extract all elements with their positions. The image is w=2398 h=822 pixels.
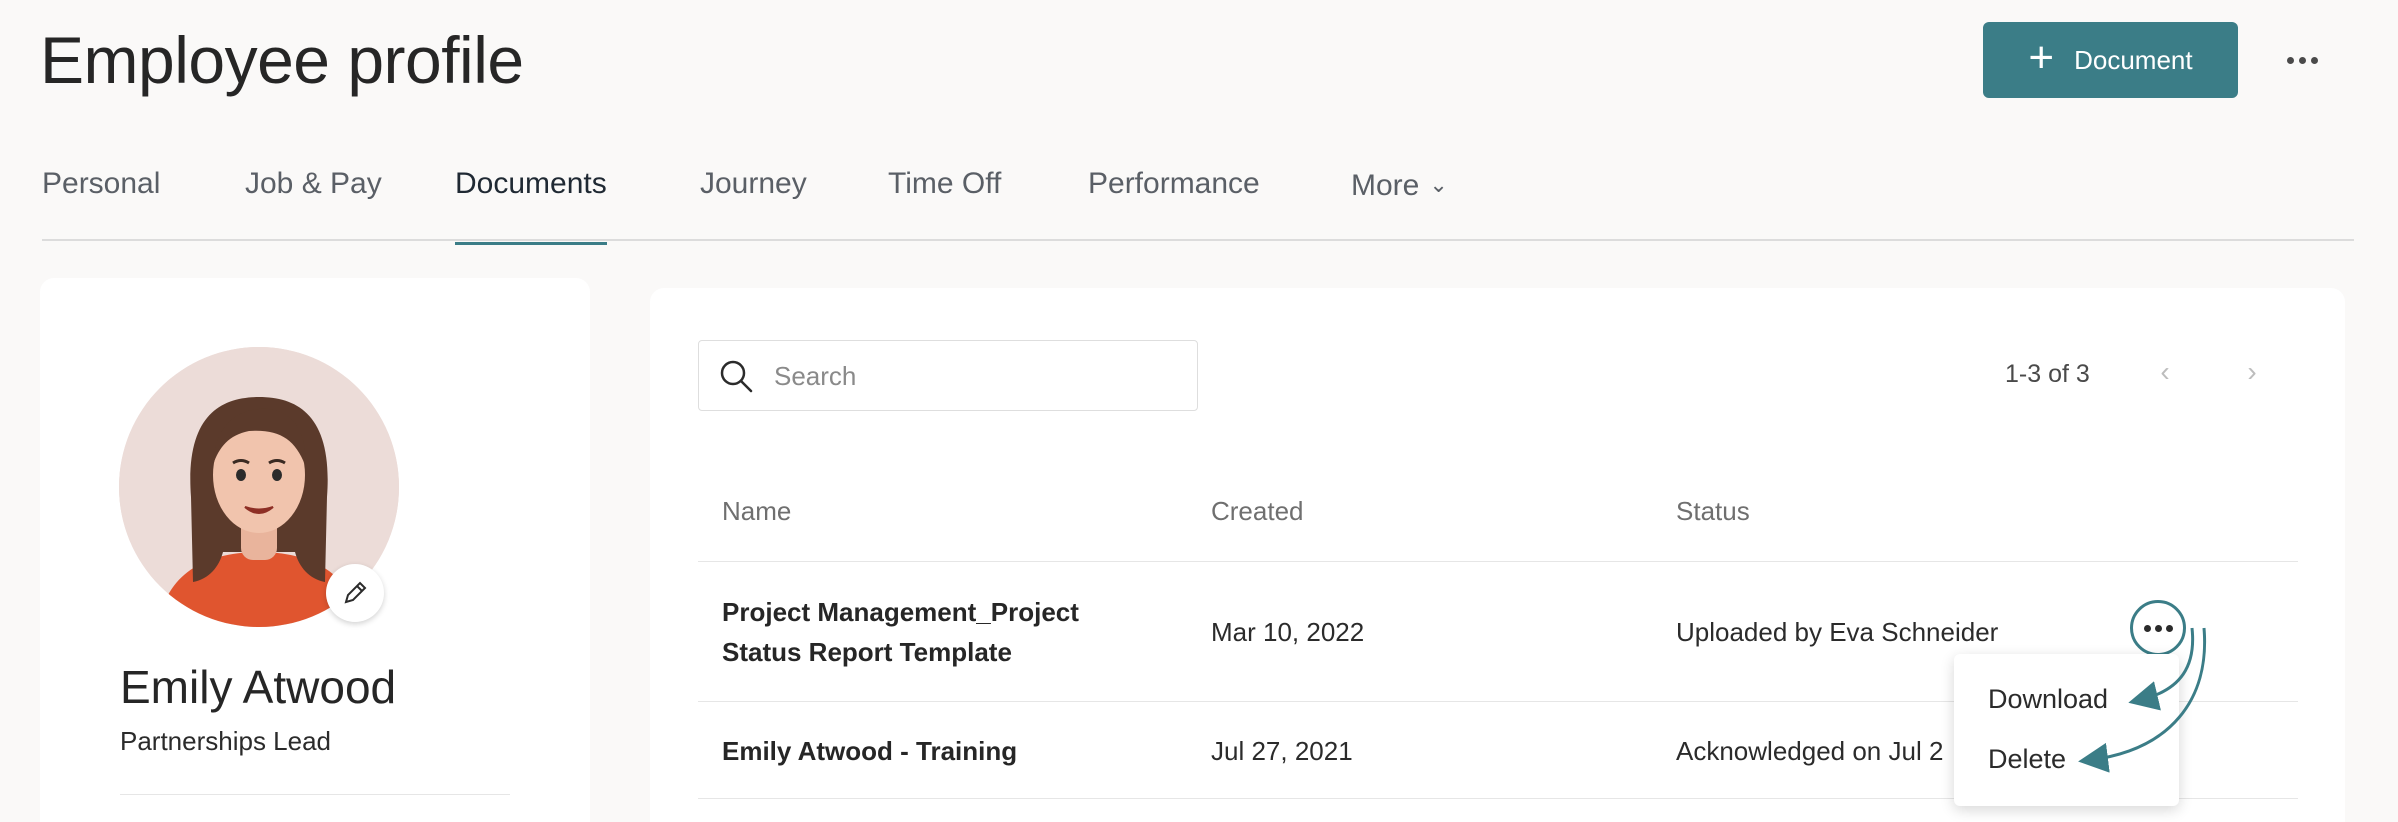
pagination-range: 1-3 of 3 <box>2005 360 2090 388</box>
dot-icon <box>2310 56 2318 64</box>
page-more-options-button[interactable] <box>2282 40 2322 80</box>
column-header-status[interactable]: Status <box>1676 496 1750 527</box>
prev-page-button[interactable]: ‹ <box>2150 356 2180 392</box>
pencil-icon <box>344 581 367 604</box>
search-icon <box>720 360 753 393</box>
dot-icon <box>2286 56 2294 64</box>
column-header-name[interactable]: Name <box>722 496 791 527</box>
add-document-button[interactable]: + Document <box>1983 22 2238 98</box>
document-name[interactable]: Emily Atwood - Training <box>722 731 1017 771</box>
divider <box>120 794 510 795</box>
document-status: Uploaded by Eva Schneider <box>1676 617 1999 647</box>
tab-documents[interactable]: Documents <box>455 167 607 245</box>
row-divider <box>698 561 2298 562</box>
profile-card: Emily Atwood Partnerships Lead <box>40 278 590 822</box>
tab-time-off[interactable]: Time Off <box>888 167 1001 243</box>
document-created: Jul 27, 2021 <box>1211 736 1353 766</box>
chevron-down-icon: ⌄ <box>1429 172 1448 197</box>
row-actions-menu: Download Delete <box>1954 654 2179 806</box>
row-more-options-button[interactable] <box>2130 600 2186 656</box>
document-name-line: Status Report Template <box>722 637 1012 667</box>
tab-personal[interactable]: Personal <box>42 167 160 243</box>
search-input[interactable] <box>774 353 1184 399</box>
employee-name: Emily Atwood <box>120 661 397 713</box>
add-document-label: Document <box>2074 44 2193 75</box>
dot-icon <box>2298 56 2306 64</box>
document-name[interactable]: Project Management_Project Status Report… <box>722 592 1079 672</box>
dot-icon <box>2154 624 2162 632</box>
edit-avatar-button[interactable] <box>326 564 384 622</box>
tab-job-pay[interactable]: Job & Pay <box>245 167 382 243</box>
profile-tabs: Personal Job & Pay Documents Journey Tim… <box>42 165 2354 245</box>
column-header-created[interactable]: Created <box>1211 496 1304 527</box>
employee-role: Partnerships Lead <box>120 726 332 756</box>
search-box <box>698 340 1198 411</box>
plus-icon: + <box>2028 33 2055 82</box>
document-created: Mar 10, 2022 <box>1211 617 1365 647</box>
tab-journey[interactable]: Journey <box>700 167 807 243</box>
menu-item-download[interactable]: Download <box>1988 684 2108 715</box>
page-title: Employee profile <box>40 23 524 97</box>
dot-icon <box>2143 624 2151 632</box>
dot-icon <box>2165 624 2173 632</box>
document-status: Acknowledged on Jul 2 <box>1676 736 1944 766</box>
menu-item-delete[interactable]: Delete <box>1988 744 2066 775</box>
next-page-button[interactable]: › <box>2237 356 2267 392</box>
tab-more-label: More <box>1351 169 1420 202</box>
document-name-line: Project Management_Project <box>722 597 1079 627</box>
tab-performance[interactable]: Performance <box>1088 167 1260 243</box>
tab-more[interactable]: More ⌄ <box>1351 169 1448 245</box>
